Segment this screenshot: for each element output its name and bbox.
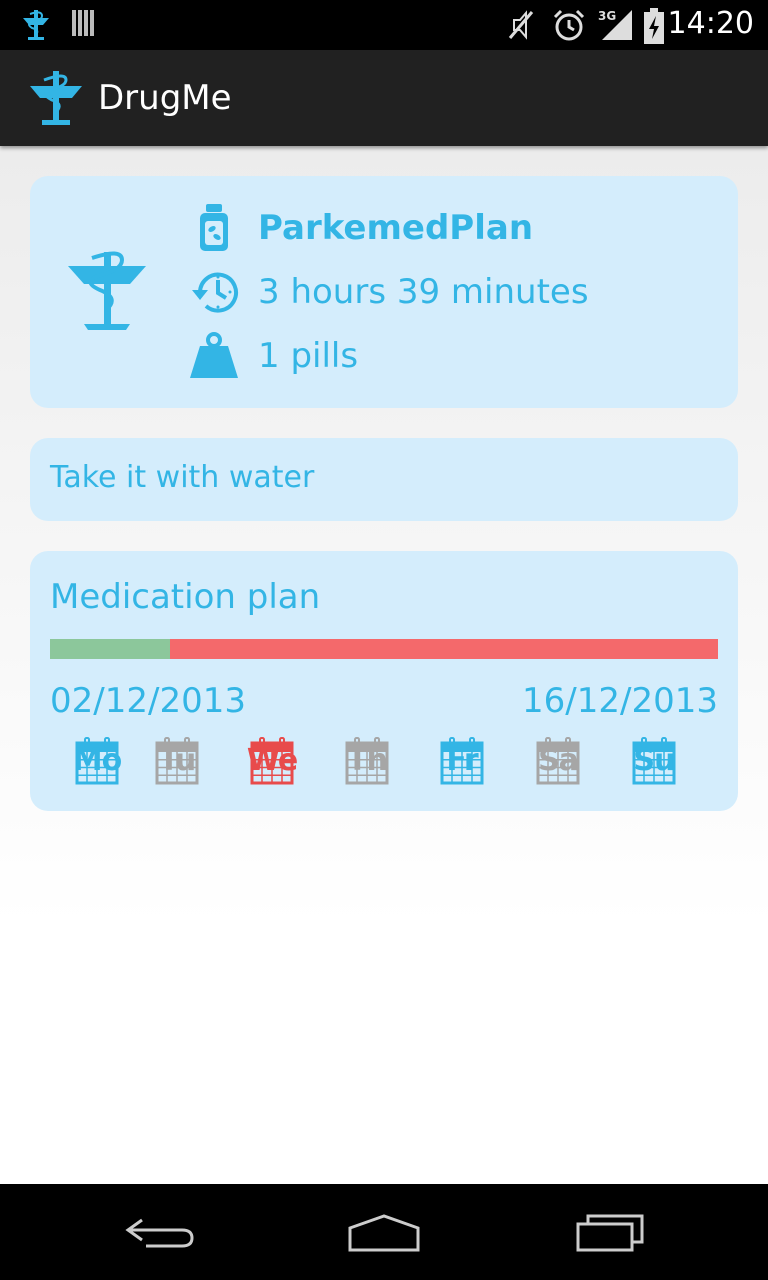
- alarm-icon: [552, 8, 586, 46]
- day-saturday[interactable]: Sa: [536, 737, 580, 785]
- day-tuesday[interactable]: Tu: [155, 737, 199, 785]
- drug-info-card[interactable]: ParkemedPlan 3 hours 39 minutes 1 pills: [30, 176, 738, 408]
- app-notification-icon: [20, 8, 52, 46]
- home-icon[interactable]: [346, 1212, 422, 1258]
- day-thursday[interactable]: Th: [345, 737, 389, 785]
- note-card[interactable]: Take it with water: [30, 438, 738, 521]
- day-label: We: [246, 743, 298, 778]
- note-text: Take it with water: [50, 460, 315, 495]
- network-type: 3G: [598, 9, 616, 23]
- plan-progress-bar: [50, 639, 718, 659]
- day-label: Sa: [538, 743, 579, 778]
- plan-progress-fill: [50, 639, 171, 659]
- muted-icon: [506, 8, 536, 46]
- action-bar: DrugMe: [0, 50, 768, 146]
- dose-amount: 1 pills: [258, 336, 359, 376]
- start-date: 02/12/2013: [50, 681, 246, 721]
- app-title: DrugMe: [98, 78, 232, 118]
- day-label: Mo: [72, 743, 122, 778]
- caduceus-icon[interactable]: [28, 68, 84, 132]
- weight-icon: [190, 332, 238, 382]
- clock: 14:20: [667, 6, 754, 41]
- day-wednesday[interactable]: We: [247, 737, 298, 785]
- main-content: ParkemedPlan 3 hours 39 minutes 1 pills …: [0, 146, 768, 1184]
- recents-icon[interactable]: [574, 1212, 646, 1258]
- day-label: Fr: [446, 743, 478, 778]
- end-date: 16/12/2013: [522, 681, 718, 721]
- drug-name: ParkemedPlan: [258, 208, 534, 248]
- day-sunday[interactable]: Su: [632, 737, 676, 785]
- pill-bottle-icon: [198, 204, 230, 256]
- barcode-icon: [72, 8, 96, 42]
- back-icon[interactable]: [124, 1212, 196, 1256]
- signal-3g-icon: 3G: [598, 8, 634, 46]
- caduceus-icon: [66, 246, 148, 340]
- plan-title: Medication plan: [50, 577, 321, 617]
- navigation-bar: [0, 1184, 768, 1280]
- day-label: Su: [633, 743, 676, 778]
- day-label: Tu: [158, 743, 197, 778]
- battery-charging-icon: [642, 8, 666, 48]
- day-label: Th: [347, 743, 388, 778]
- status-bar: 3G 14:20: [0, 0, 768, 50]
- day-friday[interactable]: Fr: [440, 737, 484, 785]
- medication-plan-card[interactable]: Medication plan 02/12/2013 16/12/2013 Mo…: [30, 551, 738, 811]
- dose-interval: 3 hours 39 minutes: [258, 272, 589, 312]
- day-monday[interactable]: Mo: [73, 737, 122, 785]
- history-clock-icon: [190, 268, 240, 320]
